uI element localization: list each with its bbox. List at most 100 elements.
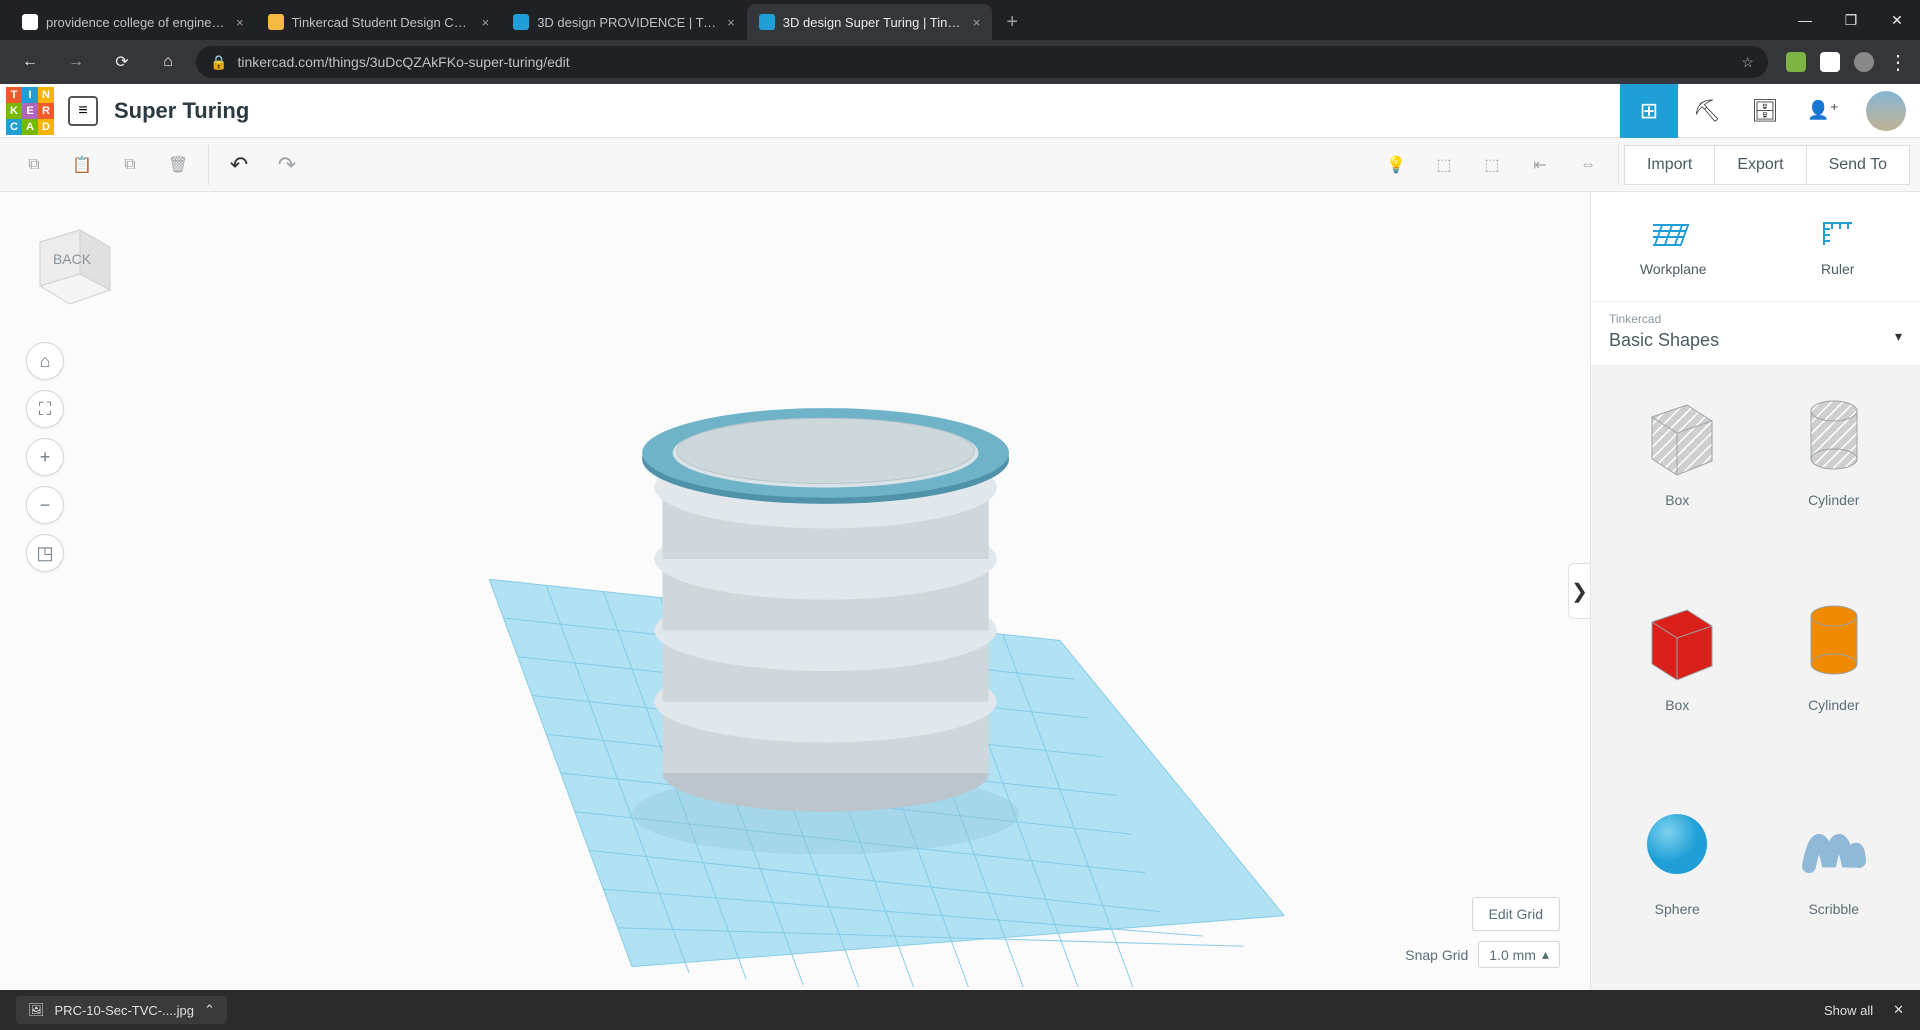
list-icon: ≡ (78, 102, 87, 120)
download-item[interactable]: 🖼 PRC-10-Sec-TVC-....jpg ⌃ (16, 996, 227, 1024)
show-all-downloads[interactable]: Show all (1824, 1003, 1873, 1018)
home-button[interactable]: ⌂ (150, 44, 186, 80)
toolbar-right: 💡 ⬚ ⬚ ⇤ ⇔ Import Export Send To (1372, 145, 1910, 185)
extension-icon-2[interactable] (1820, 52, 1840, 72)
delete-button[interactable]: 🗑 (154, 145, 202, 185)
chrome-menu-icon[interactable]: ⋮ (1888, 50, 1908, 75)
shapes-category-dropdown[interactable]: Tinkercad Basic Shapes ▾ (1591, 302, 1920, 366)
panel-collapse-handle[interactable]: ❯ (1568, 563, 1590, 619)
logo-cell: D (38, 119, 54, 135)
minimize-button[interactable]: — (1782, 0, 1828, 40)
logo-cell: K (6, 103, 22, 119)
sendto-button[interactable]: Send To (1806, 145, 1910, 185)
cylinder-icon (1779, 382, 1889, 482)
logo-cell: E (22, 103, 38, 119)
design-title[interactable]: Super Turing (114, 98, 249, 124)
profile-avatar-icon[interactable] (1854, 52, 1874, 72)
back-button[interactable]: ← (12, 44, 48, 80)
close-tab-icon[interactable]: × (236, 15, 244, 30)
redo-button[interactable]: ↷ (263, 145, 311, 185)
export-button[interactable]: Export (1714, 145, 1806, 185)
shape-sphere-4[interactable]: Sphere (1607, 791, 1748, 974)
chevron-down-icon: ▾ (1895, 328, 1902, 345)
shape-box-0[interactable]: Box (1607, 382, 1748, 565)
shape-cylinder-1[interactable]: Cylinder (1764, 382, 1905, 565)
show-all-button[interactable]: 💡 (1372, 145, 1420, 185)
favicon-1 (268, 14, 284, 30)
new-tab-button[interactable]: + (992, 11, 1032, 34)
3d-canvas[interactable]: BACK ⌂ ⛶ + − ◳ ❯ Edit Grid Snap Grid 1.0… (0, 192, 1590, 990)
extension-icon-1[interactable] (1786, 52, 1806, 72)
forward-button[interactable]: → (58, 44, 94, 80)
zoom-in-button[interactable]: + (26, 438, 64, 476)
ruler-tool[interactable]: Ruler (1756, 192, 1920, 301)
fit-view-button[interactable]: ⛶ (26, 390, 64, 428)
group-icon: ⬚ (1436, 155, 1451, 175)
paste-icon: 📋 (72, 155, 92, 175)
trash-icon: 🗑 (168, 155, 188, 175)
user-avatar[interactable] (1866, 91, 1906, 131)
reload-button[interactable]: ⟳ (104, 44, 140, 80)
mode-3d-button[interactable]: ⊞ (1620, 84, 1678, 138)
tab-2[interactable]: 3D design PROVIDENCE | Tinkerc × (501, 4, 747, 40)
mirror-button[interactable]: ⇔ (1564, 145, 1612, 185)
snap-grid-select[interactable]: 1.0 mm ▴ (1478, 941, 1560, 968)
app-header: TINKERCAD ≡ Super Turing ⊞ ⛏ 🗄 👤⁺ (0, 84, 1920, 138)
close-window-button[interactable]: ✕ (1874, 0, 1920, 40)
mirror-icon: ⇔ (1580, 156, 1596, 174)
tab-title-1: Tinkercad Student Design Conte (292, 15, 472, 30)
bookmark-star-icon[interactable]: ☆ (1741, 54, 1754, 71)
tinkercad-logo[interactable]: TINKERCAD (6, 87, 54, 135)
zoom-out-button[interactable]: − (26, 486, 64, 524)
copy-button[interactable]: ⧉ (10, 145, 58, 185)
tab-3-active[interactable]: 3D design Super Turing | Tinkerc × (747, 4, 993, 40)
ruler-icon (1818, 217, 1858, 251)
shape-scribble-5[interactable]: Scribble (1764, 791, 1905, 974)
browser-address-bar: ← → ⟳ ⌂ 🔒 tinkercad.com/things/3uDcQZAkF… (0, 40, 1920, 84)
ortho-toggle-button[interactable]: ◳ (26, 534, 64, 572)
logo-cell: A (22, 119, 38, 135)
undo-icon: ↶ (230, 152, 248, 178)
shape-box-2[interactable]: Box (1607, 587, 1748, 770)
shape-label: Cylinder (1808, 492, 1859, 508)
url-field[interactable]: 🔒 tinkercad.com/things/3uDcQZAkFKo-super… (196, 46, 1768, 78)
home-view-button[interactable]: ⌂ (26, 342, 64, 380)
align-icon: ⇤ (1533, 155, 1546, 175)
close-tab-icon[interactable]: × (973, 15, 981, 30)
close-tab-icon[interactable]: × (482, 15, 490, 30)
duplicate-button[interactable]: ⧉ (106, 145, 154, 185)
design-list-button[interactable]: ≡ (68, 96, 98, 126)
mode-bricks-button[interactable]: 🗄 (1736, 84, 1794, 138)
align-button[interactable]: ⇤ (1516, 145, 1564, 185)
group-button[interactable]: ⬚ (1420, 145, 1468, 185)
tab-0[interactable]: providence college of engineerin × (10, 4, 256, 40)
cylinder-icon (1779, 587, 1889, 687)
close-download-bar[interactable]: ✕ (1893, 1002, 1904, 1018)
undo-button[interactable]: ↶ (215, 145, 263, 185)
browser-tab-strip: providence college of engineerin × Tinke… (0, 0, 1920, 40)
shape-cylinder-3[interactable]: Cylinder (1764, 587, 1905, 770)
workplane-tool[interactable]: Workplane (1591, 192, 1756, 301)
maximize-button[interactable]: ❐ (1828, 0, 1874, 40)
shape-label: Sphere (1655, 901, 1700, 917)
logo-cell: R (38, 103, 54, 119)
edit-grid-button[interactable]: Edit Grid (1472, 897, 1560, 931)
mode-blocks-button[interactable]: ⛏ (1678, 84, 1736, 138)
view-cube[interactable]: BACK (20, 212, 120, 312)
chevron-up-icon[interactable]: ⌃ (204, 1002, 215, 1018)
ungroup-button[interactable]: ⬚ (1468, 145, 1516, 185)
tab-1[interactable]: Tinkercad Student Design Conte × (256, 4, 502, 40)
dropdown-value: Basic Shapes (1609, 330, 1902, 351)
invite-button[interactable]: 👤⁺ (1794, 84, 1852, 138)
shape-label: Cylinder (1808, 697, 1859, 713)
shape-label: Box (1665, 492, 1689, 508)
favicon-0 (22, 14, 38, 30)
paste-button[interactable]: 📋 (58, 145, 106, 185)
logo-cell: I (22, 87, 38, 103)
snap-grid-label: Snap Grid (1405, 947, 1468, 963)
pickaxe-icon: ⛏ (1693, 98, 1721, 124)
close-tab-icon[interactable]: × (727, 15, 735, 30)
import-button[interactable]: Import (1624, 145, 1715, 185)
shapes-panel: Workplane Ruler Tinkercad Basic Shapes ▾… (1590, 192, 1920, 990)
tab-title-3: 3D design Super Turing | Tinkerc (783, 15, 963, 30)
